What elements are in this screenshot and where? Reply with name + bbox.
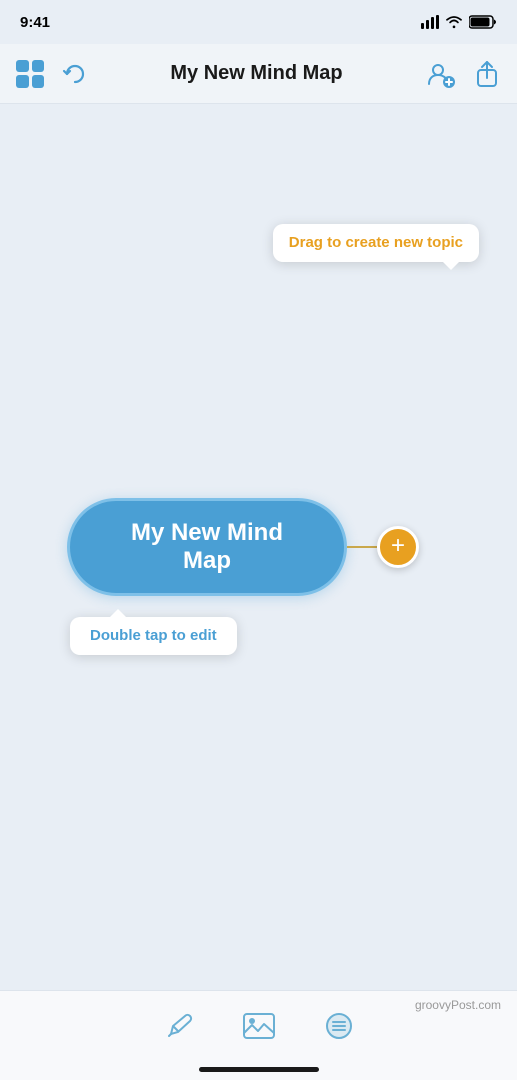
nav-bar: My New Mind Map	[0, 44, 517, 104]
share-button[interactable]	[473, 60, 501, 88]
status-bar: 9:41	[0, 0, 517, 44]
plus-icon: +	[391, 534, 405, 558]
grid-cell-4	[32, 75, 45, 88]
wifi-icon	[445, 15, 463, 29]
add-topic-button[interactable]: +	[377, 526, 419, 568]
page-title: My New Mind Map	[170, 62, 342, 85]
menu-icon	[323, 1012, 355, 1040]
mindmap-canvas: Drag to create new topic My New Mind Map…	[0, 104, 517, 990]
bottom-toolbar: groovyPost.com	[0, 990, 517, 1080]
mindmap-node[interactable]: My New Mind Map +	[67, 498, 419, 596]
apps-icon[interactable]	[16, 60, 44, 88]
doubletap-tooltip-text: Double tap to edit	[90, 627, 217, 644]
node-label: My New Mind Map	[131, 519, 283, 574]
nav-left	[16, 60, 88, 88]
grid-cell-1	[16, 60, 29, 73]
image-icon	[242, 1011, 276, 1041]
menu-tool-button[interactable]	[319, 1006, 359, 1046]
battery-icon	[469, 15, 497, 29]
undo-button[interactable]	[60, 60, 88, 88]
home-indicator	[199, 1067, 319, 1072]
pen-tool-button[interactable]	[159, 1006, 199, 1046]
status-time: 9:41	[20, 14, 50, 31]
signal-icon	[421, 15, 439, 29]
nav-right	[425, 58, 501, 90]
connector-line	[347, 546, 377, 548]
node-pill[interactable]: My New Mind Map	[67, 498, 347, 596]
add-collaborator-button[interactable]	[425, 58, 457, 90]
grid-cell-2	[32, 60, 45, 73]
drag-tooltip: Drag to create new topic	[273, 224, 479, 262]
drag-tooltip-text: Drag to create new topic	[289, 234, 463, 251]
grid-cell-3	[16, 75, 29, 88]
image-tool-button[interactable]	[239, 1006, 279, 1046]
watermark: groovyPost.com	[415, 998, 501, 1012]
pen-icon	[163, 1010, 195, 1042]
status-icons	[421, 15, 497, 29]
doubletap-tooltip: Double tap to edit	[70, 617, 237, 655]
